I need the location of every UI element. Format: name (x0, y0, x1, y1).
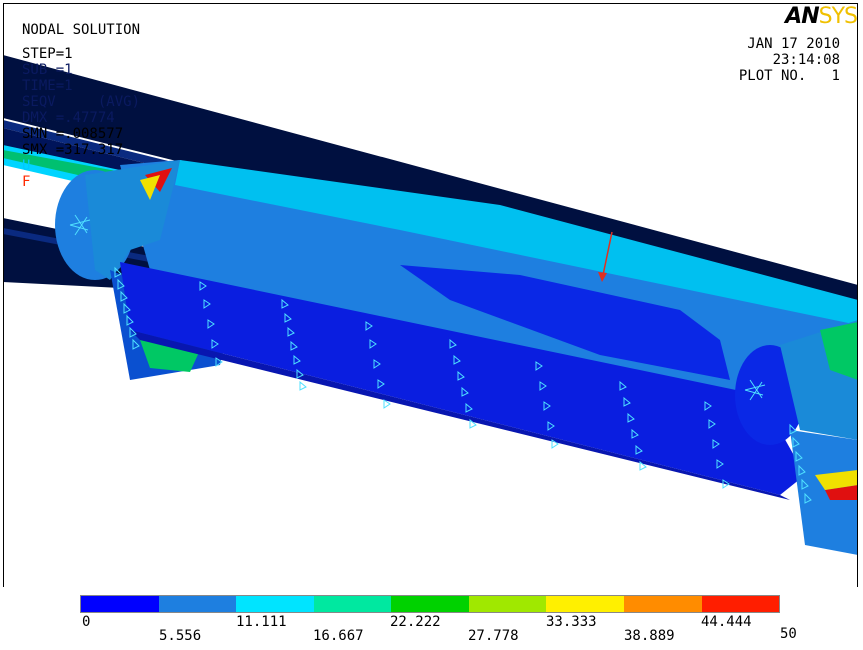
legend-tick-11111: 11.111 (236, 614, 287, 630)
legend-swatch-2 (236, 596, 314, 612)
solution-info: NODAL SOLUTION STEP=1 SUB =1 TIME=1 SEQV… (22, 22, 140, 190)
legend-tick-22222: 22.222 (390, 614, 441, 630)
smx-line: SMX =317.317 (22, 142, 124, 158)
legend-swatch-1 (158, 596, 237, 612)
u-label: U (22, 158, 31, 174)
sub-line: SUB =1 (22, 62, 73, 78)
graphics-viewport[interactable]: NODAL SOLUTION STEP=1 SUB =1 TIME=1 SEQV… (0, 0, 863, 650)
seqv-line: SEQV (AVG) (22, 94, 141, 110)
plot-date: JAN 17 2010 (747, 36, 840, 52)
legend-swatch-5 (468, 596, 547, 612)
legend-tick-16667: 16.667 (313, 628, 364, 644)
legend-swatch-6 (546, 596, 624, 612)
f-label: F (22, 174, 31, 190)
legend-swatch-7 (623, 596, 702, 612)
legend-tick-27778: 27.778 (468, 628, 519, 644)
plot-header: JAN 17 2010 23:14:08 PLOT NO. 1 (739, 36, 840, 84)
plot-time: 23:14:08 (772, 52, 840, 68)
dmx-line: DMX =.47774 (22, 110, 115, 126)
legend-tick-0: 0 (82, 614, 91, 630)
time-line: TIME=1 (22, 78, 73, 94)
legend-tick-5556: 5.556 (159, 628, 202, 644)
ansys-logo: ANSYS (785, 4, 858, 29)
step-line: STEP=1 (22, 46, 73, 62)
legend-swatch-8 (701, 596, 780, 612)
legend-swatch-4 (391, 596, 469, 612)
plot-number: PLOT NO. 1 (738, 68, 840, 84)
smn-line: SMN =.008577 (22, 126, 124, 142)
legend-tick-44444: 44.444 (701, 614, 752, 630)
legend-swatch-3 (313, 596, 392, 612)
legend-tick-50: 50 (780, 626, 797, 642)
legend-tick-38889: 38.889 (624, 628, 675, 644)
legend-swatch-0 (81, 596, 159, 612)
contour-legend (80, 595, 780, 613)
solution-title: NODAL SOLUTION (22, 22, 141, 38)
legend-tick-33333: 33.333 (546, 614, 597, 630)
